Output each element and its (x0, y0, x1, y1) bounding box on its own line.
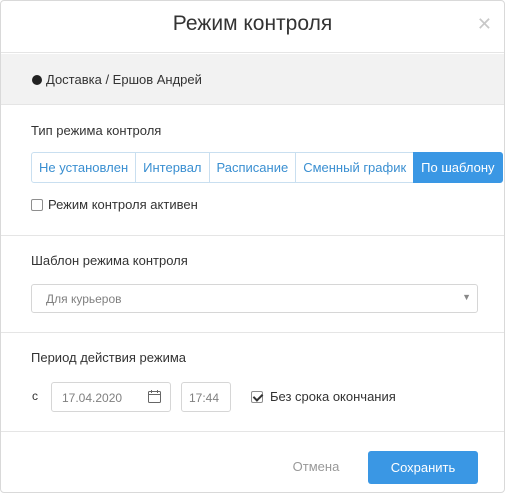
caret-down-icon: ▼ (462, 292, 471, 302)
mode-option-interval[interactable]: Интервал (135, 152, 210, 183)
no-end-checkbox-row: Без срока окончания (251, 389, 396, 404)
dialog-title: Режим контроля (172, 12, 333, 35)
save-button[interactable]: Сохранить (368, 451, 478, 484)
calendar-icon[interactable] (148, 390, 161, 403)
active-checkbox-row: Режим контроля активен (31, 197, 198, 212)
template-select[interactable]: Для курьеров ▼ (31, 284, 478, 313)
divider (1, 235, 504, 236)
divider (1, 332, 504, 333)
cancel-button[interactable]: Отмена (286, 451, 346, 483)
start-date-value: 17.04.2020 (62, 391, 123, 405)
mode-segmented-control: Не установлен Интервал Расписание Сменны… (31, 152, 503, 183)
start-time-value: 17:44 (189, 391, 220, 405)
dialog-header: Режим контроля ✕ (1, 1, 504, 53)
start-date-input[interactable]: 17.04.2020 (51, 382, 171, 412)
context-breadcrumb: Доставка / Ершов Андрей (46, 72, 202, 87)
close-icon[interactable]: ✕ (477, 14, 492, 34)
mode-option-schedule[interactable]: Расписание (208, 152, 297, 183)
from-label: с (32, 389, 38, 403)
start-time-input[interactable]: 17:44 (181, 382, 231, 412)
context-bar: Доставка / Ершов Андрей (1, 54, 504, 105)
mode-section-title: Тип режима контроля (31, 123, 162, 138)
divider (1, 431, 504, 432)
period-section-title: Период действия режима (31, 350, 186, 365)
mode-option-not-set[interactable]: Не установлен (31, 152, 137, 183)
mode-option-shift-schedule[interactable]: Сменный график (295, 152, 415, 183)
no-end-checkbox-label: Без срока окончания (270, 389, 396, 404)
control-mode-dialog: Режим контроля ✕ Доставка / Ершов Андрей… (0, 0, 505, 493)
no-end-checkbox[interactable] (251, 390, 263, 403)
active-checkbox-label: Режим контроля активен (48, 197, 198, 212)
bullet-icon (32, 75, 42, 85)
template-select-value: Для курьеров (46, 292, 122, 306)
mode-option-by-template[interactable]: По шаблону (413, 152, 503, 183)
template-section-title: Шаблон режима контроля (31, 253, 188, 268)
active-checkbox[interactable] (31, 198, 43, 211)
